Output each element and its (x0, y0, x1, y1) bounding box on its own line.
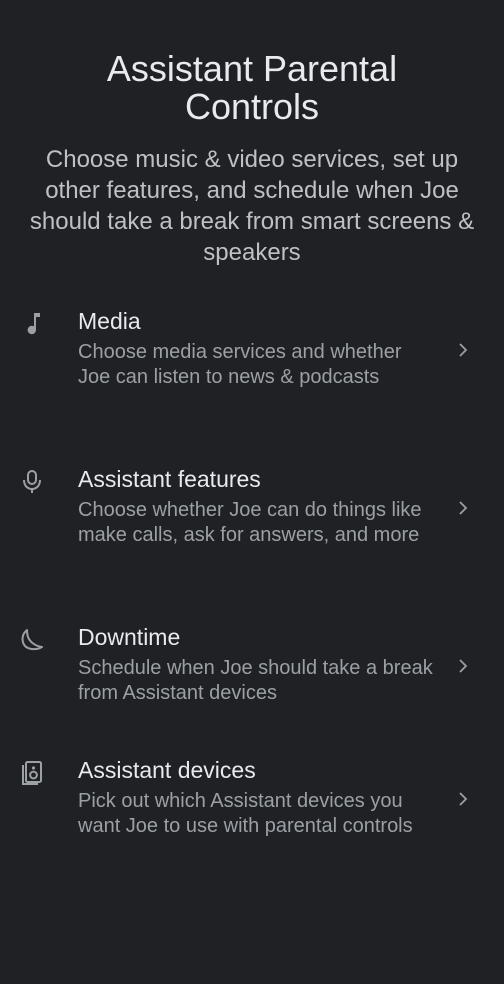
list-item-assistant-devices[interactable]: Assistant devices Pick out which Assista… (0, 755, 504, 895)
list-item-description: Choose whether Joe can do things like ma… (78, 499, 422, 546)
list-item-assistant-features[interactable]: Assistant features Choose whether Joe ca… (0, 464, 504, 604)
list-item-label: Assistant devices (78, 757, 256, 783)
list-item-description: Pick out which Assistant devices you wan… (78, 790, 413, 837)
header: Assistant Parental Controls Choose music… (0, 50, 504, 268)
microphone-icon (18, 468, 46, 496)
list-item-downtime[interactable]: Downtime Schedule when Joe should take a… (0, 622, 504, 762)
list-item-description: Schedule when Joe should take a break fr… (78, 657, 433, 704)
page-title: Assistant Parental Controls (106, 48, 398, 127)
list-item-label: Media (78, 308, 141, 334)
list-item-description: Choose media services and whether Joe ca… (78, 341, 402, 388)
chevron-right-icon (454, 787, 472, 811)
list-item-media[interactable]: Media Choose media services and whether … (0, 306, 504, 446)
list-item-label: Assistant features (78, 466, 261, 492)
chevron-right-icon (454, 654, 472, 678)
speaker-icon (18, 759, 46, 787)
list-item-label: Downtime (78, 624, 181, 650)
chevron-right-icon (454, 496, 472, 520)
moon-icon (18, 626, 46, 654)
page-subtitle: Choose music & video services, set up ot… (29, 146, 475, 266)
chevron-right-icon (454, 338, 472, 362)
music-note-icon (18, 310, 46, 338)
